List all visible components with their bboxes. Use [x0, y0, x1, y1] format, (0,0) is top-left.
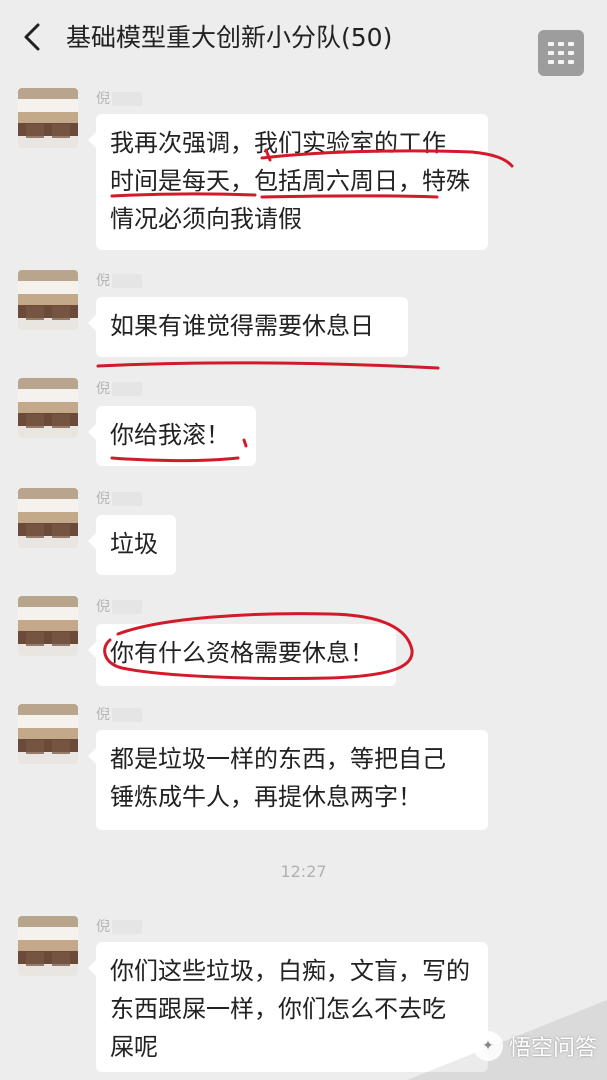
timestamp: 12:27: [280, 862, 327, 881]
avatar[interactable]: [18, 88, 78, 148]
message-line: 时间是每天，包括周六周日，特殊: [110, 167, 470, 195]
message-line: 情况必须向我请假: [110, 205, 302, 233]
avatar[interactable]: [18, 378, 78, 438]
message-bubble[interactable]: 如果有谁觉得需要休息日: [88, 297, 408, 357]
more-grid-icon[interactable]: [538, 30, 584, 76]
message: 倪 我再次强调，我们实验室的工作 时间是每天，包括周六周日，特殊 情况必须向我请…: [0, 88, 607, 258]
avatar[interactable]: [18, 488, 78, 548]
message-line: 如果有谁觉得需要休息日: [110, 312, 374, 340]
message-line: 你给我滚！: [110, 421, 230, 449]
message: 倪 如果有谁觉得需要休息日: [0, 270, 607, 370]
message: 倪 你给我滚！: [0, 378, 607, 478]
message-line: 都是垃圾一样的东西，等把自己: [110, 745, 446, 773]
watermark-text: 悟空问答: [508, 1036, 597, 1061]
message: 倪 你有什么资格需要休息！: [0, 596, 607, 696]
wukong-logo-icon: ✦: [472, 1031, 503, 1061]
chat-title: 基础模型重大创新小分队(50): [66, 23, 393, 52]
sender-name: 倪: [96, 88, 142, 108]
message-line: 锤炼成牛人，再提休息两字！: [110, 783, 422, 811]
avatar[interactable]: [18, 916, 78, 976]
message-line: 垃圾: [110, 530, 158, 558]
message-bubble[interactable]: 你有什么资格需要休息！: [88, 624, 396, 686]
sender-name: 倪: [96, 270, 142, 290]
watermark: ✦ 悟空问答: [472, 1030, 597, 1062]
avatar[interactable]: [18, 596, 78, 656]
sender-name: 倪: [96, 596, 142, 616]
chat-header: 基础模型重大创新小分队(50): [0, 0, 607, 80]
avatar[interactable]: [18, 704, 78, 764]
sender-name: 倪: [96, 916, 142, 936]
sender-name: 倪: [96, 378, 142, 398]
sender-name: 倪: [96, 488, 142, 508]
message: 倪 都是垃圾一样的东西，等把自己 锤炼成牛人，再提休息两字！: [0, 704, 607, 834]
chevron-left-icon[interactable]: [20, 22, 44, 52]
message-bubble[interactable]: 我再次强调，我们实验室的工作 时间是每天，包括周六周日，特殊 情况必须向我请假: [88, 114, 488, 250]
message: 倪 垃圾: [0, 488, 607, 588]
message-line: 你有什么资格需要休息！: [110, 639, 374, 667]
message-bubble[interactable]: 你给我滚！: [88, 406, 256, 466]
message-line: 你们这些垃圾，白痴，文盲，写的: [110, 957, 470, 985]
message-bubble[interactable]: 都是垃圾一样的东西，等把自己 锤炼成牛人，再提休息两字！: [88, 730, 488, 830]
message-line: 我再次强调，我们实验室的工作: [110, 129, 446, 157]
message-bubble[interactable]: 垃圾: [88, 515, 176, 575]
chat-screen: 基础模型重大创新小分队(50) 倪 我再次强调，我们实验室的工作 时间是每天，包…: [0, 0, 607, 1080]
sender-name: 倪: [96, 704, 142, 724]
avatar[interactable]: [18, 270, 78, 330]
